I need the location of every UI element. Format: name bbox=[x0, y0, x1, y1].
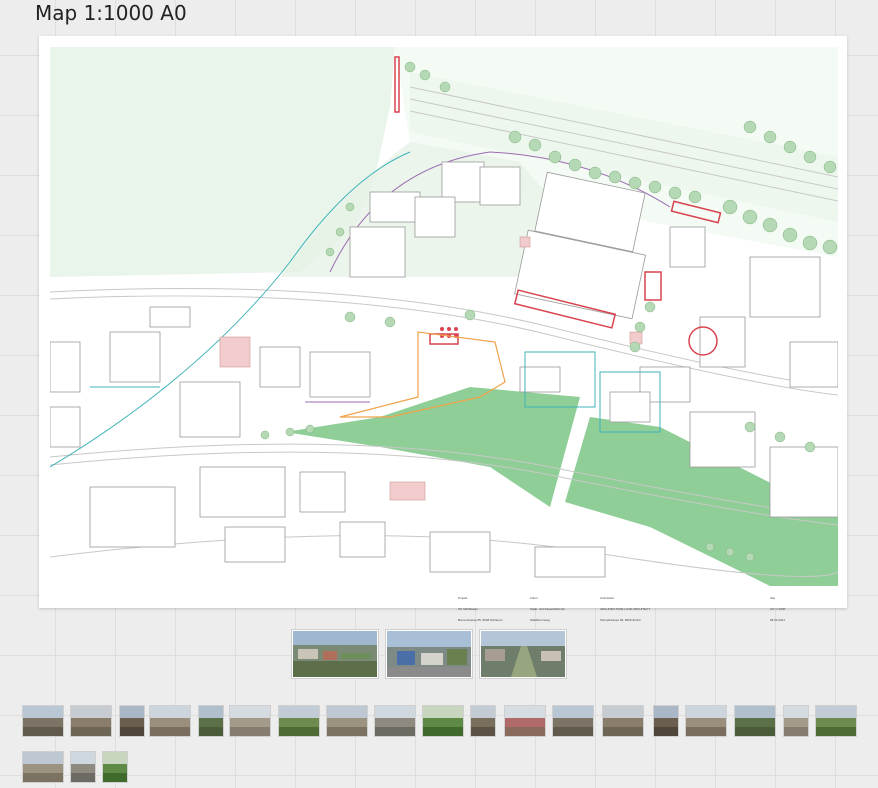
site-photo-thumbnail[interactable] bbox=[654, 706, 678, 736]
title-block-drawing: Site A0 / 1:1000 08.02.2021 bbox=[770, 596, 786, 622]
site-photo-thumbnail[interactable] bbox=[120, 706, 144, 736]
site-photo-thumbnail[interactable] bbox=[816, 706, 856, 736]
site-photo-thumbnail[interactable] bbox=[71, 706, 111, 736]
title-block: Projekt ZG Schiffsoere Bernerstrasse 85,… bbox=[50, 587, 838, 622]
site-photo-thumbnail[interactable] bbox=[603, 706, 643, 736]
panorama-photo[interactable] bbox=[480, 630, 566, 678]
panorama-photo[interactable] bbox=[292, 630, 378, 678]
site-photo-thumbnail[interactable] bbox=[230, 706, 270, 736]
title-block-project: Projekt ZG Schiffsoere Bernerstrasse 85,… bbox=[458, 596, 503, 622]
board-title: Map 1:1000 A0 bbox=[35, 1, 187, 25]
site-photo-thumbnail[interactable] bbox=[150, 706, 190, 736]
site-photo-thumbnail[interactable] bbox=[784, 706, 808, 736]
panorama-photo[interactable] bbox=[386, 630, 472, 678]
site-photo-thumbnail[interactable] bbox=[735, 706, 775, 736]
title-block-architect: Architektur ARCHITECTURE LOVE ARCHITECT … bbox=[600, 596, 651, 622]
title-block-client: Client Stadt- und Kaserfabrik AG Waldbru… bbox=[530, 596, 565, 622]
site-photo-thumbnail[interactable] bbox=[71, 752, 95, 782]
site-photo-thumbnail[interactable] bbox=[423, 706, 463, 736]
site-photo-thumbnail[interactable] bbox=[686, 706, 726, 736]
site-map bbox=[50, 47, 838, 586]
site-photo-thumbnail[interactable] bbox=[23, 706, 63, 736]
site-photo-thumbnail[interactable] bbox=[199, 706, 223, 736]
site-photo-thumbnail[interactable] bbox=[553, 706, 593, 736]
site-photo-thumbnail[interactable] bbox=[505, 706, 545, 736]
site-photo-thumbnail[interactable] bbox=[103, 752, 127, 782]
site-photo-thumbnail[interactable] bbox=[279, 706, 319, 736]
site-photo-thumbnail[interactable] bbox=[471, 706, 495, 736]
map-sheet[interactable]: Projekt ZG Schiffsoere Bernerstrasse 85,… bbox=[39, 36, 847, 622]
site-photo-thumbnail[interactable] bbox=[23, 752, 63, 782]
site-photo-thumbnail[interactable] bbox=[375, 706, 415, 736]
site-photo-thumbnail[interactable] bbox=[327, 706, 367, 736]
